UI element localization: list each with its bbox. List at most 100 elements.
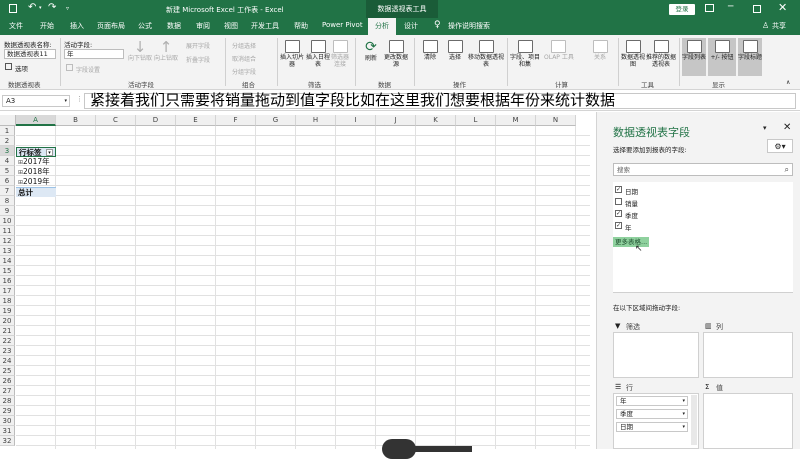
column-header-m[interactable]: M xyxy=(496,115,536,126)
expand-field-button[interactable]: 展开字段 xyxy=(186,41,210,50)
rows-area-scrollbar[interactable] xyxy=(691,395,697,445)
column-header-d[interactable]: D xyxy=(136,115,176,126)
checkbox[interactable]: ✓ xyxy=(615,210,622,217)
tell-me-search[interactable]: 操作说明搜索 xyxy=(448,21,490,31)
login-button[interactable]: 登录 xyxy=(669,4,695,15)
drill-down-button[interactable]: ↓ 向下钻取 xyxy=(127,39,153,62)
share-icon[interactable]: ♙ xyxy=(762,21,769,30)
active-field-input[interactable]: 年 xyxy=(64,49,124,59)
insert-timeline-button[interactable]: 插入日程表 xyxy=(306,40,330,68)
tab-page-layout[interactable]: 页面布局 xyxy=(97,21,125,31)
field-settings-icon[interactable] xyxy=(66,64,73,71)
fields-items-sets-button[interactable]: 字段、项目和集 xyxy=(510,40,540,68)
row-header-3[interactable]: 3 xyxy=(0,146,15,156)
chevron-down-icon[interactable]: ▾ xyxy=(682,397,685,406)
tab-file[interactable]: 文件 xyxy=(9,21,23,31)
column-header-a[interactable]: A xyxy=(16,115,56,126)
row-header-23[interactable]: 23 xyxy=(0,346,15,356)
row-header-2[interactable]: 2 xyxy=(0,136,15,146)
row-header-10[interactable]: 10 xyxy=(0,216,15,226)
collapse-ribbon-icon[interactable]: ∧ xyxy=(786,79,790,86)
field-item-quarter[interactable]: ✓ 季度 xyxy=(613,210,713,220)
column-header-g[interactable]: G xyxy=(256,115,296,126)
row-header-17[interactable]: 17 xyxy=(0,286,15,296)
tab-analyze[interactable]: 分析 xyxy=(368,18,396,35)
row-header-19[interactable]: 19 xyxy=(0,306,15,316)
column-header-e[interactable]: E xyxy=(176,115,216,126)
field-list-button[interactable]: 字段列表 xyxy=(682,38,706,76)
row-header-24[interactable]: 24 xyxy=(0,356,15,366)
row-field-year[interactable]: 年 ▾ xyxy=(616,396,688,406)
row-header-28[interactable]: 28 xyxy=(0,396,15,406)
olap-tools-button[interactable]: OLAP 工具 xyxy=(544,40,574,61)
row-header-4[interactable]: 4 xyxy=(0,156,15,166)
column-header-h[interactable]: H xyxy=(296,115,336,126)
column-header-l[interactable]: L xyxy=(456,115,496,126)
name-box-dropdown-icon[interactable]: ▾ xyxy=(64,96,67,107)
pivot-chart-button[interactable]: 数据透视图 xyxy=(621,40,645,68)
filter-area[interactable] xyxy=(613,332,699,378)
filter-connections-button[interactable]: 筛选器连接 xyxy=(330,40,350,68)
select-button[interactable]: 选择 xyxy=(444,40,466,61)
tab-developer[interactable]: 开发工具 xyxy=(251,21,279,31)
plus-minus-buttons-button[interactable]: +/- 按钮 xyxy=(708,38,736,76)
name-box[interactable]: A3 ▾ xyxy=(2,95,70,107)
column-header-j[interactable]: J xyxy=(376,115,416,126)
row-header-27[interactable]: 27 xyxy=(0,386,15,396)
save-icon[interactable] xyxy=(9,4,17,13)
group-field-button[interactable]: 分组字段 xyxy=(232,67,256,76)
row-header-12[interactable]: 12 xyxy=(0,236,15,246)
row-header-32[interactable]: 32 xyxy=(0,436,15,446)
insert-slicer-button[interactable]: 插入切片器 xyxy=(280,40,304,68)
field-headers-button[interactable]: 字段标题 xyxy=(738,38,762,76)
drill-up-button[interactable]: ↑ 向上钻取 xyxy=(153,39,179,62)
row-header-1[interactable]: 1 xyxy=(0,126,15,136)
more-tables-link[interactable]: 更多表格... xyxy=(613,237,650,247)
worksheet-grid[interactable]: ABCDEFGHIJKLMN 1 2 3 4 5 6 7 8 9 10 11 12 13 14 15 16 17… xyxy=(0,112,590,459)
column-header-c[interactable]: C xyxy=(96,115,136,126)
tab-data[interactable]: 数据 xyxy=(167,21,181,31)
row-header-29[interactable]: 29 xyxy=(0,406,15,416)
row-header-5[interactable]: 5 xyxy=(0,166,15,176)
row-header-6[interactable]: 6 xyxy=(0,176,15,186)
row-header-7[interactable]: 7 xyxy=(0,186,15,196)
select-all-corner[interactable] xyxy=(0,115,16,126)
row-header-21[interactable]: 21 xyxy=(0,326,15,336)
tab-insert[interactable]: 插入 xyxy=(70,21,84,31)
row-header-13[interactable]: 13 xyxy=(0,246,15,256)
row-header-30[interactable]: 30 xyxy=(0,416,15,426)
search-icon[interactable]: ⌕ xyxy=(785,164,789,176)
pane-options-icon[interactable]: ▾ xyxy=(763,124,767,132)
column-header-i[interactable]: I xyxy=(336,115,376,126)
chevron-down-icon[interactable]: ▾ xyxy=(682,410,685,419)
row-header-11[interactable]: 11 xyxy=(0,226,15,236)
tab-help[interactable]: 帮助 xyxy=(294,21,308,31)
field-item-year[interactable]: ✓ 年 xyxy=(613,222,713,232)
row-header-15[interactable]: 15 xyxy=(0,266,15,276)
row-header-9[interactable]: 9 xyxy=(0,206,15,216)
row-field-date[interactable]: 日期 ▾ xyxy=(616,422,688,432)
columns-area[interactable] xyxy=(703,332,793,378)
tab-home[interactable]: 开始 xyxy=(40,21,54,31)
checkbox[interactable] xyxy=(615,198,622,205)
redo-icon[interactable]: ↷ xyxy=(48,2,56,13)
column-header-f[interactable]: F xyxy=(216,115,256,126)
row-field-quarter[interactable]: 季度 ▾ xyxy=(616,409,688,419)
pivot-item-2017[interactable]: ⊞2017年 xyxy=(16,157,56,167)
pivot-item-2018[interactable]: ⊞2018年 xyxy=(16,167,56,177)
tab-formulas[interactable]: 公式 xyxy=(138,21,152,31)
relationships-button[interactable]: 关系 xyxy=(592,40,608,61)
row-header-31[interactable]: 31 xyxy=(0,426,15,436)
row-header-26[interactable]: 26 xyxy=(0,376,15,386)
values-area[interactable] xyxy=(703,393,793,449)
checkbox[interactable]: ✓ xyxy=(615,186,622,193)
pane-close-icon[interactable]: ✕ xyxy=(783,122,791,133)
pivot-name-input[interactable]: 数据透视表11 xyxy=(4,49,56,59)
ribbon-display-options-icon[interactable] xyxy=(705,4,714,12)
share-button[interactable]: 共享 xyxy=(772,21,786,31)
clear-button[interactable]: 清除 xyxy=(419,40,441,61)
ungroup-button[interactable]: 取消组合 xyxy=(232,54,256,63)
field-settings-button[interactable]: 字段设置 xyxy=(76,65,100,74)
options-icon[interactable] xyxy=(5,63,12,70)
row-header-22[interactable]: 22 xyxy=(0,336,15,346)
